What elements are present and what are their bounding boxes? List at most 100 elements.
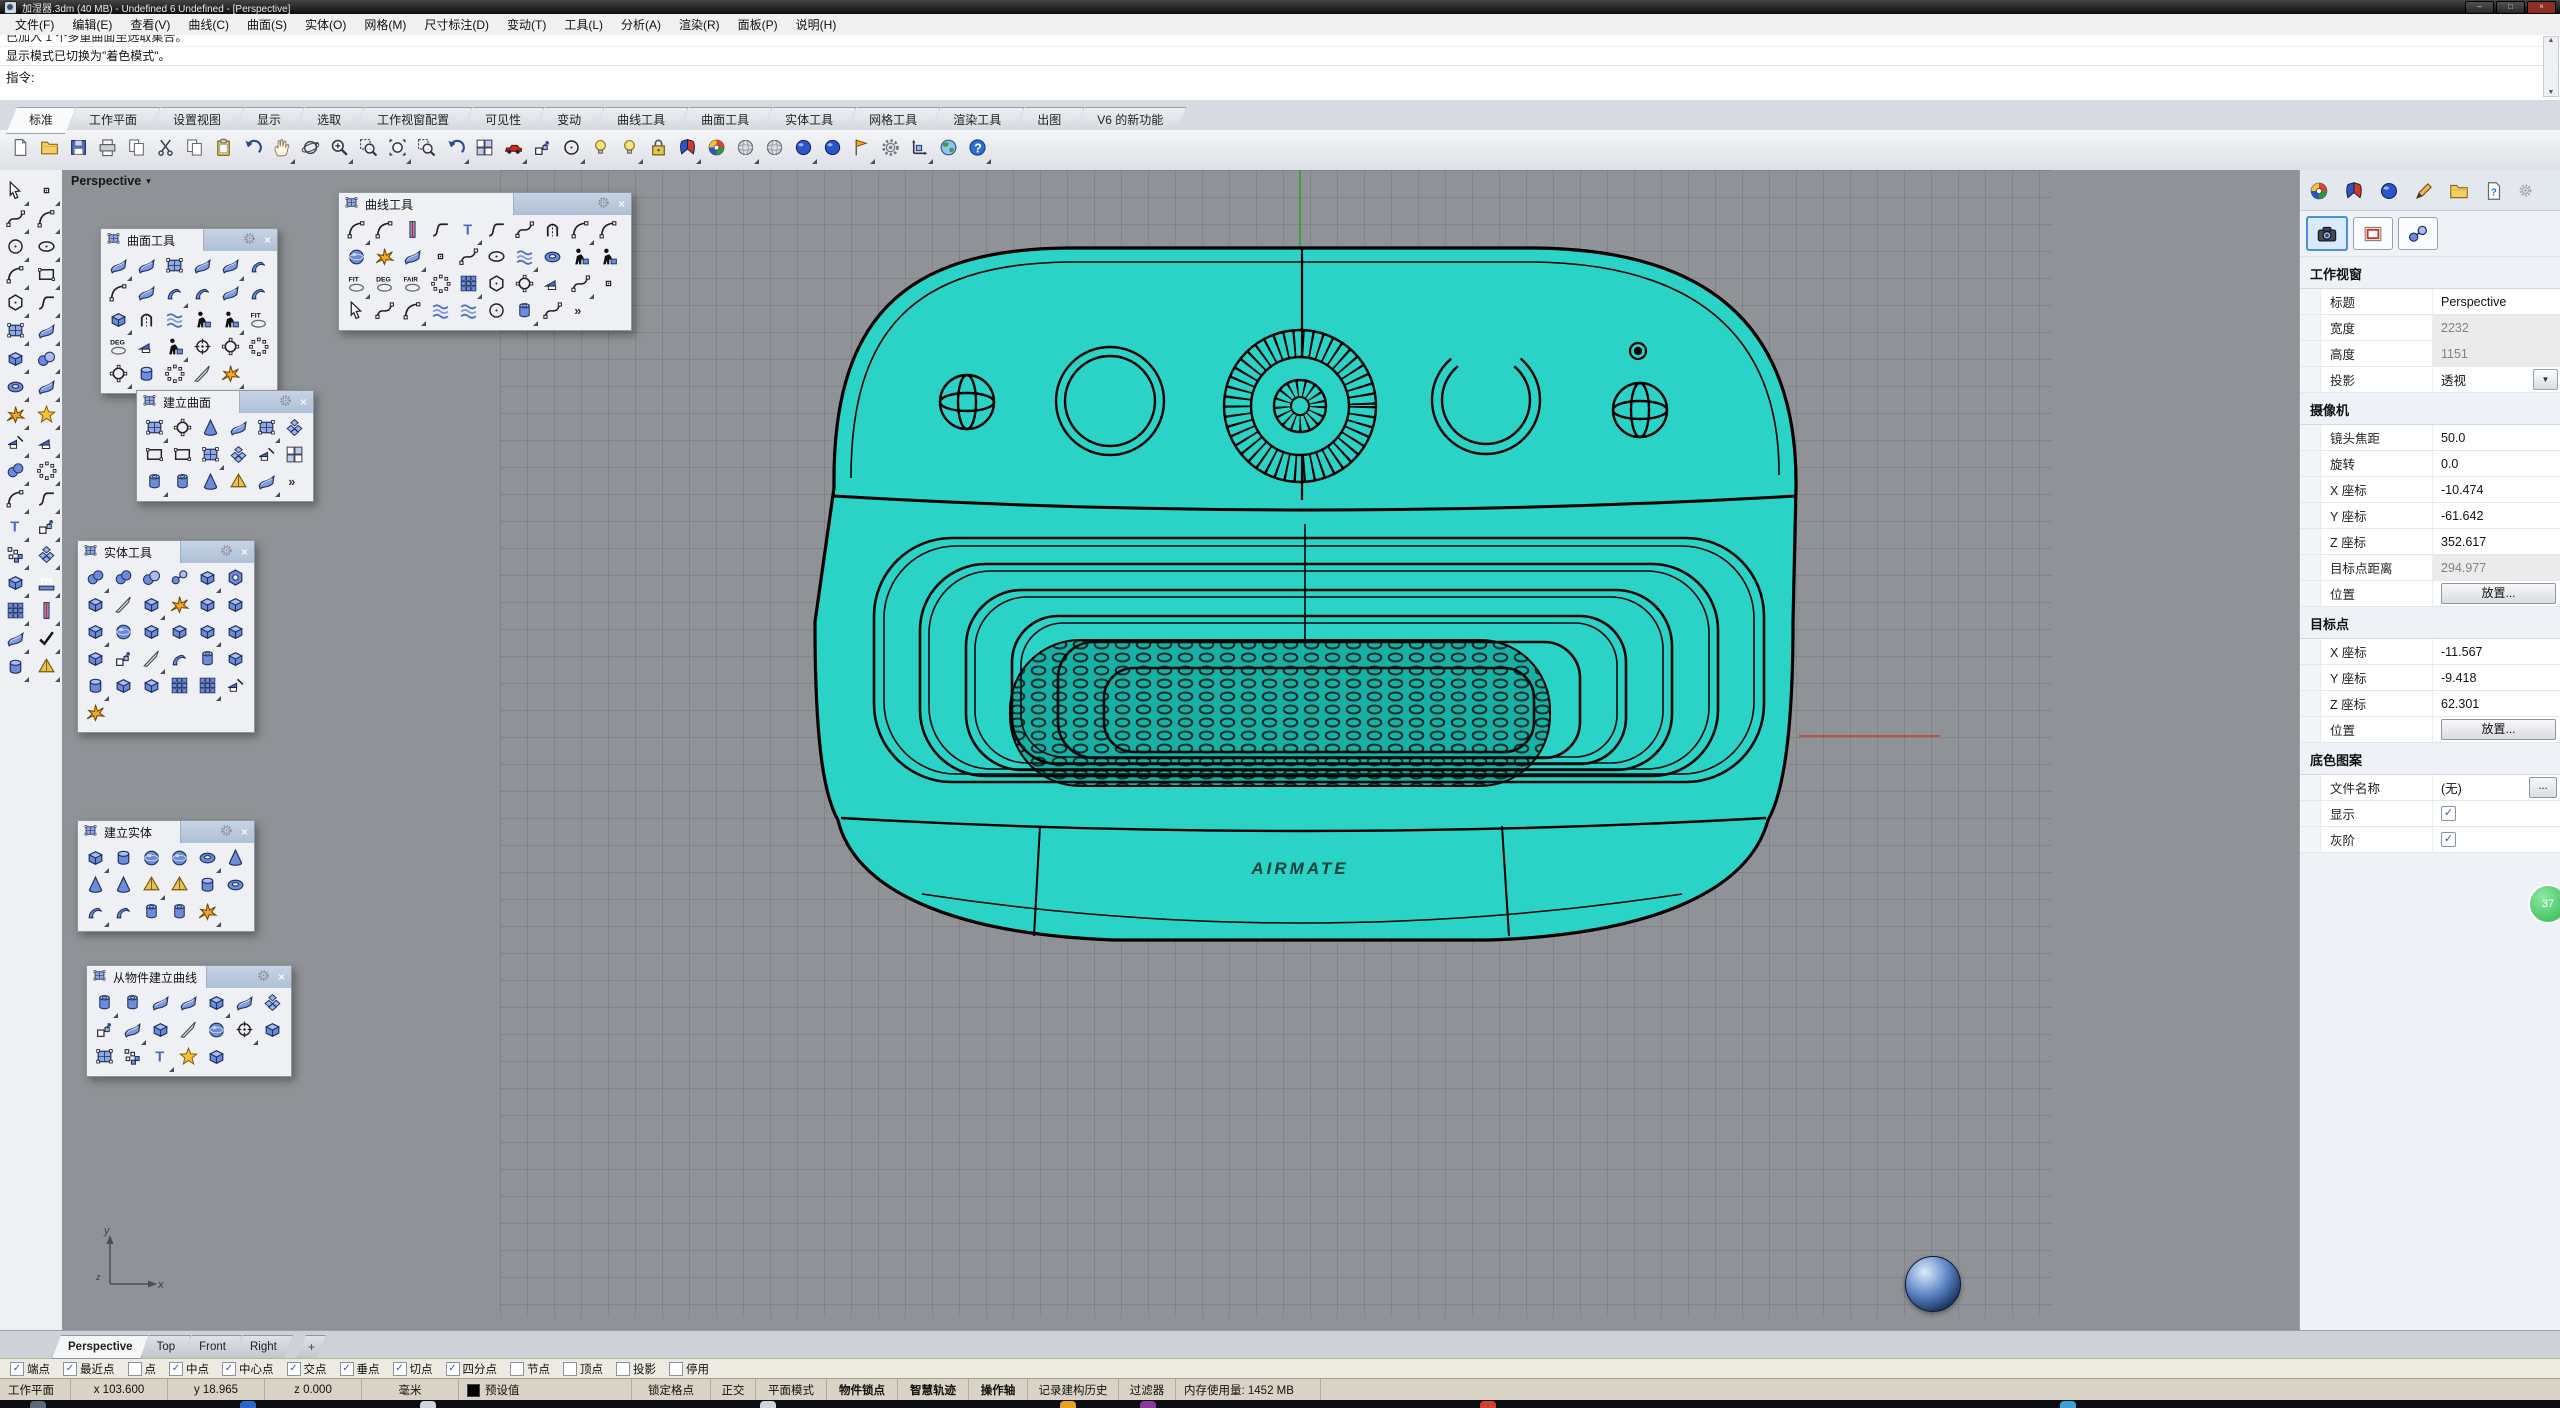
curve-tools-tool-36[interactable]	[483, 300, 510, 326]
curve-tools-tool-3[interactable]	[399, 219, 426, 245]
curve-from-object-tool-15[interactable]	[91, 1046, 118, 1072]
curve-from-object-palette[interactable]: 从物件建立曲线×T	[86, 965, 292, 1077]
light-button[interactable]	[587, 137, 614, 164]
taskbar-item-7[interactable]	[1480, 1401, 1496, 1408]
curve-from-object-tool-7[interactable]	[259, 992, 286, 1018]
osnap-停用-checkbox[interactable]	[669, 1362, 683, 1376]
osnap-交点-checkbox[interactable]: ✓	[287, 1362, 301, 1376]
taskbar-item-2[interactable]	[240, 1401, 256, 1408]
curve-tools-tool-19[interactable]	[567, 246, 594, 272]
property-value-标题[interactable]: Perspective	[2432, 289, 2560, 314]
osnap-最近点-checkbox[interactable]: ✓	[63, 1362, 77, 1376]
tool-split-button[interactable]	[33, 432, 60, 458]
curve-tools-tool-5[interactable]: T	[455, 219, 482, 245]
surface-tools-tool-3[interactable]	[161, 255, 188, 281]
spotlight-button[interactable]	[616, 137, 643, 164]
panel-tab-context[interactable]	[2378, 180, 2400, 205]
surface-tools-tool-18[interactable]: FIT	[245, 309, 272, 335]
solid-tools-tool-10[interactable]	[166, 594, 193, 620]
create-surface-tool-4[interactable]	[225, 417, 252, 443]
curve-from-object-tool-14[interactable]	[259, 1019, 286, 1045]
surface-tools-tool-21[interactable]	[161, 336, 188, 362]
curve-tools-tool-38[interactable]	[539, 300, 566, 326]
surface-tools-tool-20[interactable]	[133, 336, 160, 362]
undo-view-button[interactable]	[442, 137, 469, 164]
curve-from-object-tool-17[interactable]: T	[147, 1046, 174, 1072]
humidifier-model[interactable]: AIRMATE	[62, 170, 2300, 1330]
create-surface-tool-11[interactable]	[253, 444, 280, 470]
solid-tools-tool-7[interactable]	[82, 594, 109, 620]
create-surface-gear-icon[interactable]	[279, 394, 292, 410]
curve-tools-tool-11[interactable]	[343, 246, 370, 272]
curve-tools-tool-30[interactable]	[595, 273, 622, 299]
create-surface-tool-6[interactable]	[281, 417, 308, 443]
projection-dropdown-button[interactable]: ▼	[2533, 369, 2558, 390]
curve-tools-tool-14[interactable]	[427, 246, 454, 272]
tool-boolean-union-button[interactable]	[2, 460, 29, 486]
create-solid-tool-17[interactable]	[194, 901, 221, 927]
tool-solid-box-button[interactable]	[2, 572, 29, 598]
taskbar-item-8[interactable]	[2060, 1401, 2076, 1408]
curve-from-object-tool-5[interactable]	[203, 992, 230, 1018]
solid-tools-tool-1[interactable]	[82, 567, 109, 593]
surface-tools-gear-icon[interactable]	[243, 232, 256, 248]
named-view-button[interactable]	[500, 137, 527, 164]
surface-tools-tool-12[interactable]	[245, 282, 272, 308]
create-solid-tool-16[interactable]	[166, 901, 193, 927]
surface-tools-tool-1[interactable]	[105, 255, 132, 281]
curve-from-object-tool-8[interactable]	[91, 1019, 118, 1045]
status-毫米[interactable]: 毫米	[362, 1379, 459, 1401]
status-平面模式[interactable]: 平面模式	[756, 1379, 827, 1401]
surface-tools-tool-17[interactable]	[217, 309, 244, 335]
osnap-顶点[interactable]: 顶点	[563, 1361, 603, 1377]
create-solid-tool-8[interactable]	[110, 874, 137, 900]
menu-item-6[interactable]: 实体(O)	[296, 14, 355, 35]
curve-from-object-close-icon[interactable]: ×	[278, 971, 285, 983]
solid-tools-tool-31[interactable]	[82, 702, 109, 728]
add-viewport-tab-button[interactable]: +	[297, 1335, 326, 1359]
create-solid-palette[interactable]: 建立实体×	[77, 820, 255, 932]
surface-tools-tool-28[interactable]	[189, 363, 216, 389]
color-wheel-button[interactable]	[703, 137, 730, 164]
osnap-四分点[interactable]: ✓四分点	[446, 1361, 498, 1377]
curve-tools-tool-24[interactable]	[427, 273, 454, 299]
osnap-交点[interactable]: ✓交点	[287, 1361, 327, 1377]
status-记录建构历史[interactable]: 记录建构历史	[1028, 1379, 1119, 1401]
tool-smash-button[interactable]	[33, 404, 60, 430]
curve-tools-tool-39[interactable]: »	[567, 300, 594, 326]
create-surface-tool-5[interactable]	[253, 417, 280, 443]
viewport-tab-Right[interactable]: Right	[234, 1335, 293, 1359]
menu-item-12[interactable]: 渲染(R)	[670, 14, 729, 35]
curve-tools-tool-6[interactable]	[483, 219, 510, 245]
surface-tools-tool-26[interactable]	[133, 363, 160, 389]
osnap-切点[interactable]: ✓切点	[393, 1361, 433, 1377]
place-button[interactable]: 放置...	[2441, 583, 2556, 604]
curve-tools-tool-16[interactable]	[483, 246, 510, 272]
osnap-四分点-checkbox[interactable]: ✓	[446, 1362, 460, 1376]
create-surface-tool-18[interactable]: »	[281, 471, 308, 497]
curve-tools-tool-20[interactable]	[595, 246, 622, 272]
zoom-selected-button[interactable]	[384, 137, 411, 164]
curve-tools-tool-34[interactable]	[427, 300, 454, 326]
render-preview-ball[interactable]	[1905, 1256, 1961, 1312]
curve-tools-tool-22[interactable]: DEG	[371, 273, 398, 299]
property-value-Z 座标[interactable]: 62.301	[2432, 691, 2560, 716]
surface-tools-tool-29[interactable]	[217, 363, 244, 389]
create-surface-tool-8[interactable]	[169, 444, 196, 470]
curve-from-object-tool-1[interactable]	[91, 992, 118, 1018]
surface-tools-tool-15[interactable]	[161, 309, 188, 335]
osnap-垂点-checkbox[interactable]: ✓	[340, 1362, 354, 1376]
solid-tools-tool-17[interactable]	[194, 621, 221, 647]
tool-select-button[interactable]	[2, 180, 29, 206]
cplane-button[interactable]	[558, 137, 585, 164]
viewport-tab-Perspective[interactable]: Perspective	[52, 1335, 149, 1359]
create-solid-tool-4[interactable]	[166, 847, 193, 873]
tool-arc-button[interactable]	[2, 264, 29, 290]
menu-item-3[interactable]: 查看(V)	[121, 14, 179, 35]
solid-tools-tool-9[interactable]	[138, 594, 165, 620]
status-物件锁点[interactable]: 物件锁点	[827, 1379, 898, 1401]
solid-tools-tool-2[interactable]	[110, 567, 137, 593]
solid-tools-titlebar[interactable]: 实体工具×	[78, 541, 254, 563]
menu-item-4[interactable]: 曲线(C)	[179, 14, 238, 35]
taskbar-item-3[interactable]	[420, 1401, 436, 1408]
